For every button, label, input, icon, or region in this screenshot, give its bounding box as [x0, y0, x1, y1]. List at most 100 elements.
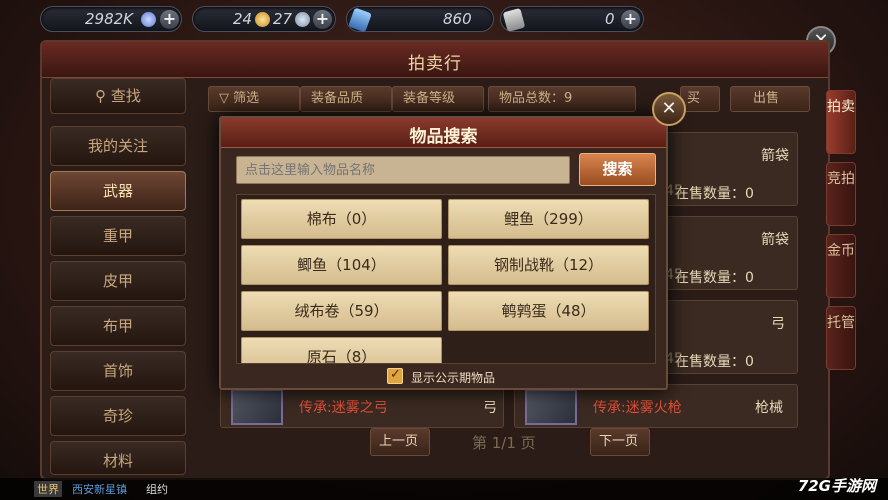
search-submit-label: 搜索	[602, 160, 633, 178]
show-public-label: 显示公示期物品	[411, 371, 496, 385]
category-favorites[interactable]: 我的关注	[50, 126, 186, 166]
chat-channel: 世界	[34, 481, 62, 497]
tab-escrow[interactable]: 托管	[826, 306, 856, 370]
category-heavy-armor[interactable]: 重甲	[50, 216, 186, 256]
buy-tab[interactable]: 买	[680, 86, 720, 112]
result-label: 鲫鱼（104）	[297, 256, 386, 274]
item-stock: 在售数量：0	[675, 270, 754, 286]
item-type: 箭袋	[761, 148, 789, 164]
prev-page-button[interactable]: 上一页	[370, 428, 430, 456]
ticket-counter: 0 +	[500, 6, 644, 32]
category-weapon[interactable]: 武器	[50, 171, 186, 211]
search-button[interactable]: ⚲ 查找	[50, 78, 186, 114]
search-button-label: 查找	[110, 87, 141, 105]
item-stock: 在售数量：0	[675, 354, 754, 370]
result-item[interactable]: 绒布卷（59）	[241, 291, 442, 331]
add-ticket-button[interactable]: +	[621, 10, 640, 29]
close-dialog-button[interactable]: ✕	[652, 92, 686, 126]
result-item[interactable]: 鲫鱼（104）	[241, 245, 442, 285]
category-label: 奇珍	[102, 407, 133, 425]
item-name: 传承:迷雾之弓	[299, 400, 388, 416]
tab-label: 托管	[827, 315, 855, 331]
filter-icon: ▽	[219, 91, 234, 106]
tab-label: 竞拍	[827, 171, 855, 187]
bow-thumbnail	[231, 389, 283, 425]
show-public-checkbox[interactable]: ✓	[387, 367, 403, 384]
category-label: 武器	[102, 182, 133, 200]
search-results[interactable]: 棉布（0） 鲤鱼（299） 鲫鱼（104） 钢制战靴（12） 绒布卷（59） 鹌…	[236, 194, 656, 364]
total-count: 物品总数：9	[488, 86, 636, 112]
add-energy-button[interactable]: +	[313, 10, 332, 29]
magnifier-icon: ⚲	[95, 87, 111, 105]
dialog-title: 物品搜索	[409, 127, 478, 147]
level-label: 装备等级	[403, 91, 456, 106]
add-silver-button[interactable]: +	[160, 10, 179, 29]
result-label: 原石（8）	[306, 348, 377, 364]
tab-bidding[interactable]: 竞拍	[826, 162, 856, 226]
item-stock: 在售数量：0	[675, 186, 754, 202]
sell-tab[interactable]: 出售	[730, 86, 810, 112]
silver-counter: 2982K +	[40, 6, 182, 32]
panel-title: 拍卖行	[408, 54, 462, 74]
dialog-header: 物品搜索	[221, 118, 666, 148]
category-label: 重甲	[102, 227, 133, 245]
search-submit-button[interactable]: 搜索	[579, 153, 656, 186]
item-type: 弓	[771, 316, 785, 332]
quality-label: 装备品质	[311, 91, 364, 106]
chat-message: 组约	[146, 483, 168, 496]
chat-bar[interactable]: 世界 西安新星镇 组约	[0, 478, 888, 500]
energy-counter: 24 27 +	[192, 6, 336, 32]
category-jewelry[interactable]: 首饰	[50, 351, 186, 391]
site-watermark: 72G手游网	[797, 477, 876, 495]
item-name-input[interactable]	[236, 156, 570, 184]
ticket-icon	[502, 8, 526, 32]
result-item[interactable]: 鹌鹑蛋（48）	[448, 291, 649, 331]
sell-label: 出售	[753, 91, 780, 106]
crystal-value: 860	[443, 10, 472, 28]
filter-button[interactable]: ▽ 筛选	[208, 86, 300, 112]
item-type: 枪械	[755, 400, 783, 416]
silver-energy-icon	[295, 12, 310, 27]
tab-gold[interactable]: 金币	[826, 234, 856, 298]
category-cloth-armor[interactable]: 布甲	[50, 306, 186, 346]
category-label: 皮甲	[102, 272, 133, 290]
result-item[interactable]: 棉布（0）	[241, 199, 442, 239]
silver-value: 2982K	[85, 10, 134, 28]
category-rare[interactable]: 奇珍	[50, 396, 186, 436]
category-label: 布甲	[102, 317, 133, 335]
result-item[interactable]: 鲤鱼（299）	[448, 199, 649, 239]
checkmark-icon: ✓	[390, 367, 401, 382]
gold-energy-icon	[255, 12, 270, 27]
item-search-dialog: 物品搜索 搜索 棉布（0） 鲤鱼（299） 鲫鱼（104） 钢制战靴（12） 绒…	[219, 116, 668, 390]
list-item[interactable]: 传承:迷雾之弓 弓	[220, 384, 504, 428]
page-indicator: 第 1/1 页	[472, 434, 536, 452]
resource-bar: 2982K + 24 27 + 860 0 +	[0, 0, 888, 38]
category-materials[interactable]: 材料	[50, 441, 186, 475]
next-page-label: 下一页	[599, 434, 639, 449]
category-leather-armor[interactable]: 皮甲	[50, 261, 186, 301]
result-label: 鹌鹑蛋（48）	[501, 302, 596, 320]
tab-auction[interactable]: 拍卖	[826, 90, 856, 154]
silver-coin-icon	[141, 12, 156, 27]
result-item[interactable]: 原石（8）	[241, 337, 442, 364]
item-type: 箭袋	[761, 232, 789, 248]
list-item[interactable]: 传承:迷雾火枪 枪械	[514, 384, 798, 428]
panel-header: 拍卖行	[42, 42, 828, 78]
result-label: 棉布（0）	[306, 210, 377, 228]
game-screen: 2982K + 24 27 + 860 0 + ✕ 拍卖行 ⚲ 查找 我	[0, 0, 888, 500]
category-label: 首饰	[102, 362, 133, 380]
item-type: 弓	[483, 400, 497, 416]
quality-filter-button[interactable]: 装备品质	[300, 86, 392, 112]
item-name: 传承:迷雾火枪	[593, 400, 682, 416]
energy-max-value: 27	[273, 10, 293, 28]
category-label: 材料	[102, 452, 133, 470]
result-item[interactable]: 钢制战靴（12）	[448, 245, 649, 285]
tab-label: 金币	[827, 243, 855, 259]
total-label: 物品总数：9	[499, 91, 573, 106]
buy-label: 买	[687, 91, 701, 106]
level-filter-button[interactable]: 装备等级	[392, 86, 484, 112]
result-label: 绒布卷（59）	[294, 302, 389, 320]
chat-user: 西安新星镇	[72, 483, 127, 496]
next-page-button[interactable]: 下一页	[590, 428, 650, 456]
ticket-value: 0	[605, 10, 615, 28]
